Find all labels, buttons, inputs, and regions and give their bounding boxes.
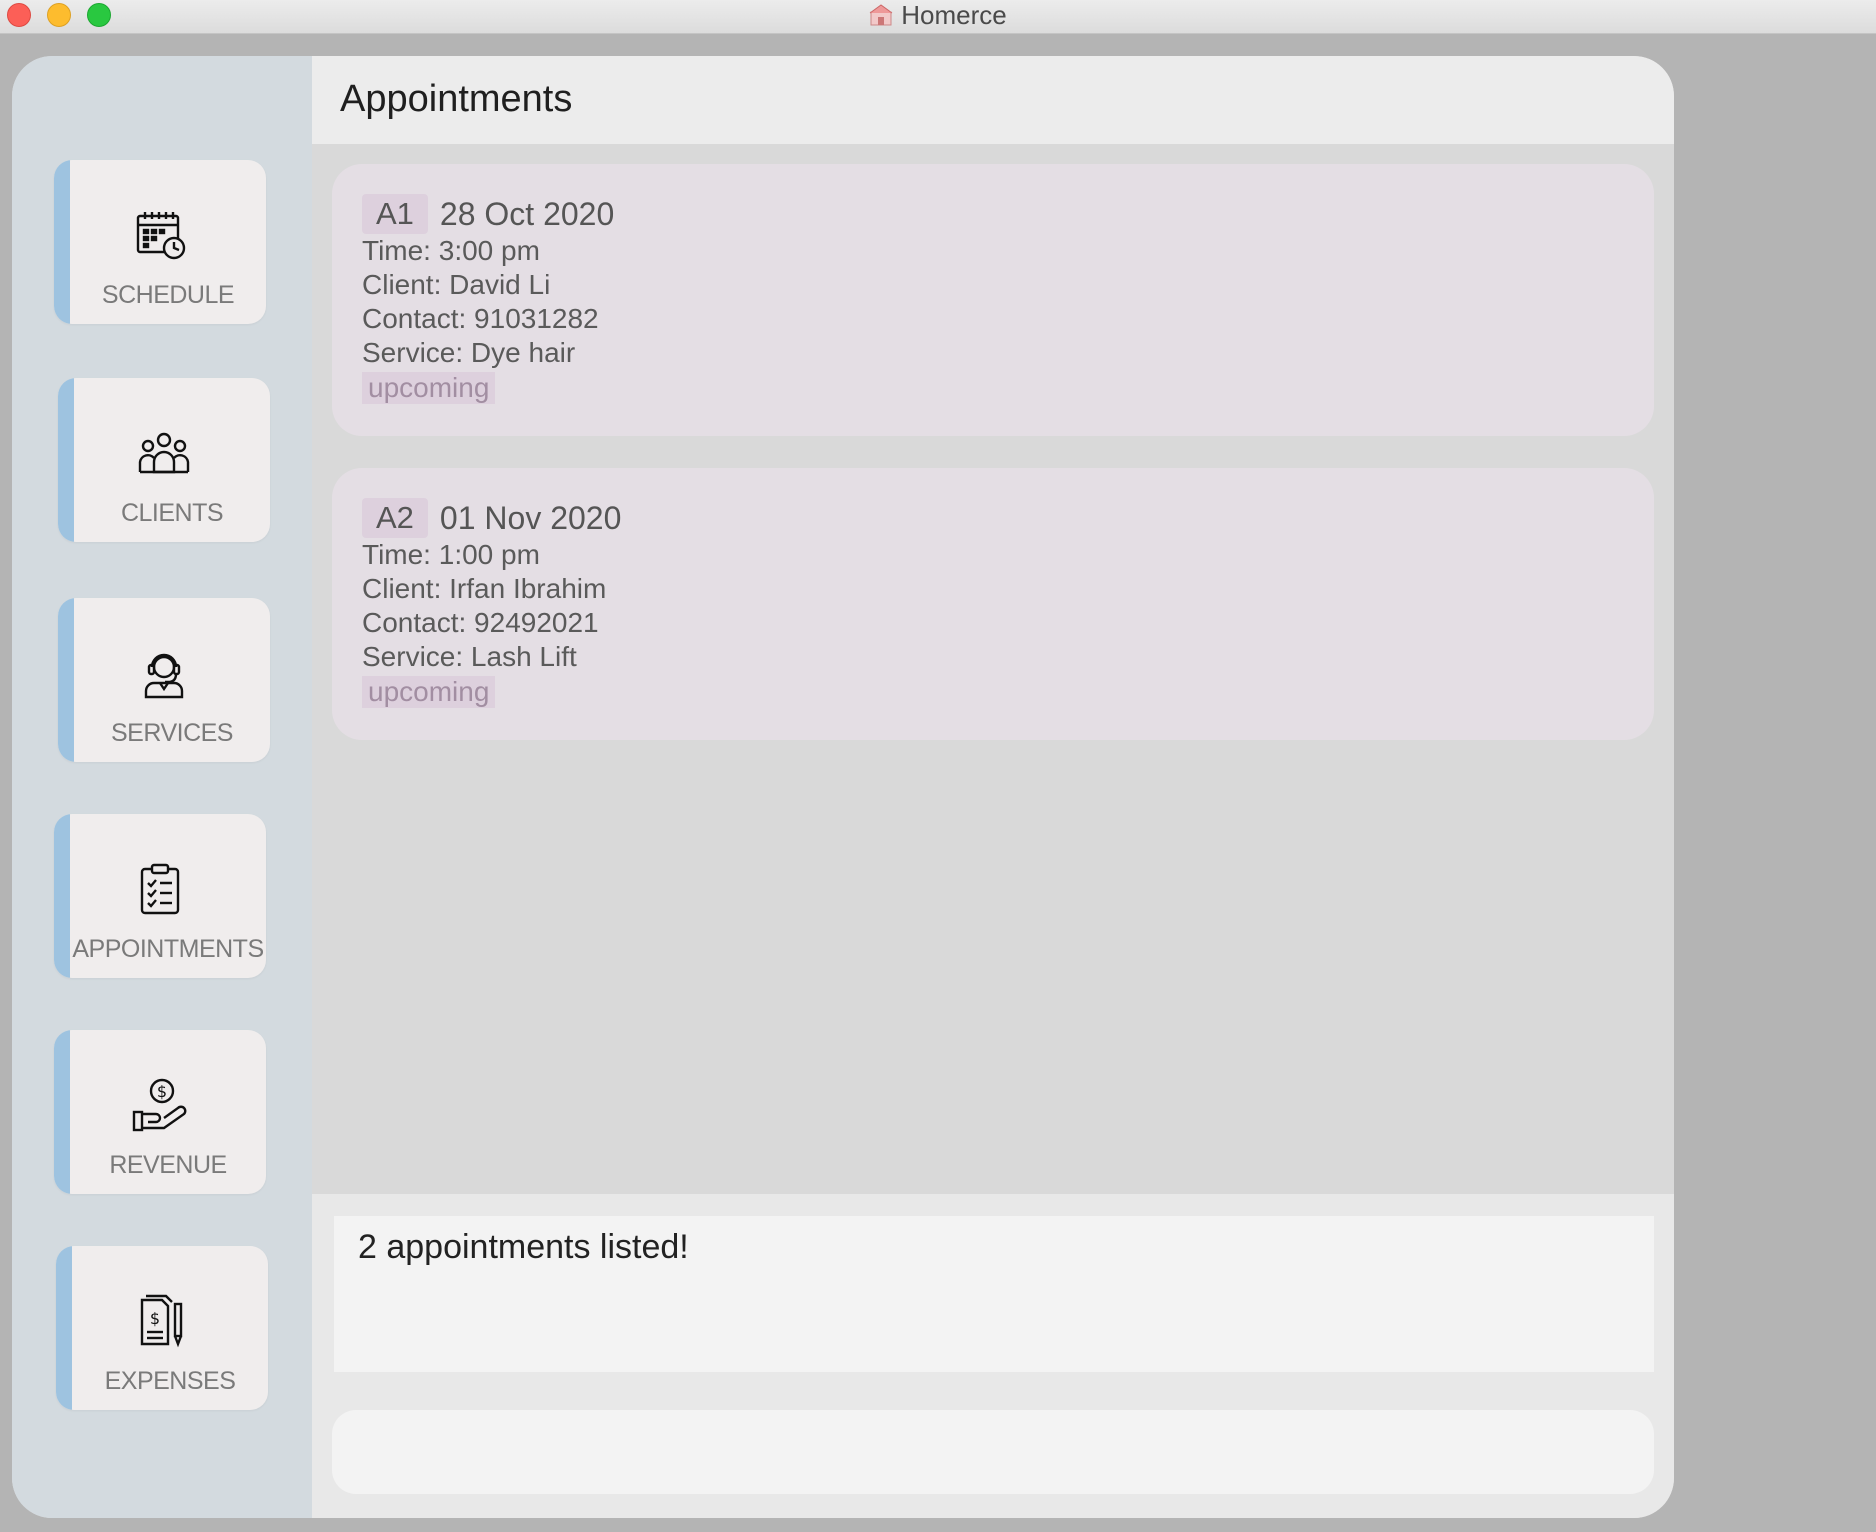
appointment-contact: Contact: 92492021: [362, 607, 599, 638]
window-title: Homerce: [901, 0, 1007, 30]
result-panel: 2 appointments listed!: [312, 1194, 1674, 1518]
receipt-pen-icon: $: [56, 1294, 268, 1348]
sidebar-item-expenses[interactable]: $ EXPENSES: [56, 1246, 268, 1410]
appointment-date: 01 Nov 2020: [439, 499, 622, 536]
sidebar-item-label: APPOINTMENTS: [72, 935, 264, 963]
command-input[interactable]: [332, 1410, 1654, 1494]
calendar-clock-icon: [54, 210, 266, 260]
sidebar-item-label: CLIENTS: [120, 499, 224, 527]
sidebar-item-label: SERVICES: [111, 719, 233, 747]
svg-text:$: $: [150, 1309, 160, 1328]
title-bar: Homerce: [0, 0, 1876, 34]
appointment-status-tag: upcoming: [362, 372, 496, 404]
clipboard-checklist-icon: [54, 863, 266, 915]
appointment-service: Service: Dye hair: [362, 337, 576, 368]
hand-coin-icon: $: [54, 1078, 266, 1132]
result-message: 2 appointments listed!: [358, 1228, 689, 1266]
appointment-status-tag: upcoming: [362, 676, 496, 708]
appointment-time: Time: 3:00 pm: [362, 235, 540, 266]
appointment-client: Client: David Li: [362, 269, 551, 300]
appointment-card-header: A2 01 Nov 2020: [362, 498, 1624, 538]
appointment-client: Client: Irfan Ibrahim: [362, 573, 607, 604]
sidebar-item-schedule[interactable]: SCHEDULE: [54, 160, 266, 324]
sidebar: SCHEDULE CLIENTS SERVICES APPOINTMENTS $…: [12, 56, 312, 1518]
page-header: Appointments: [312, 56, 1674, 144]
sidebar-item-appointments[interactable]: APPOINTMENTS: [54, 814, 266, 978]
sidebar-item-revenue[interactable]: $ REVENUE: [54, 1030, 266, 1194]
sidebar-item-label: EXPENSES: [104, 1367, 236, 1395]
sidebar-item-services[interactable]: SERVICES: [58, 598, 270, 762]
sidebar-item-clients[interactable]: CLIENTS: [58, 378, 270, 542]
appointment-card[interactable]: A1 28 Oct 2020 Time: 3:00 pm Client: Dav…: [332, 164, 1654, 436]
sidebar-item-label: SCHEDULE: [101, 281, 235, 309]
svg-text:$: $: [157, 1082, 167, 1101]
sidebar-item-label: REVENUE: [109, 1151, 227, 1179]
appointment-service: Service: Lash Lift: [362, 641, 577, 672]
result-display[interactable]: 2 appointments listed!: [334, 1216, 1654, 1372]
appointment-id-badge: A1: [362, 194, 428, 234]
page-title: Appointments: [340, 78, 573, 120]
app-house-icon: [869, 4, 893, 26]
appointment-date: 28 Oct 2020: [439, 195, 615, 232]
headset-agent-icon: [58, 648, 270, 699]
window-title-group: Homerce: [0, 0, 1876, 30]
appointment-card-header: A1 28 Oct 2020: [362, 194, 1624, 234]
appointment-contact: Contact: 91031282: [362, 303, 599, 334]
app-window: SCHEDULE CLIENTS SERVICES APPOINTMENTS $…: [12, 56, 1674, 1518]
group-icon: [58, 428, 270, 478]
appointment-id-badge: A2: [362, 498, 428, 538]
appointment-time: Time: 1:00 pm: [362, 539, 540, 570]
appointment-list[interactable]: A1 28 Oct 2020 Time: 3:00 pm Client: Dav…: [312, 144, 1674, 1250]
appointment-card[interactable]: A2 01 Nov 2020 Time: 1:00 pm Client: Irf…: [332, 468, 1654, 740]
